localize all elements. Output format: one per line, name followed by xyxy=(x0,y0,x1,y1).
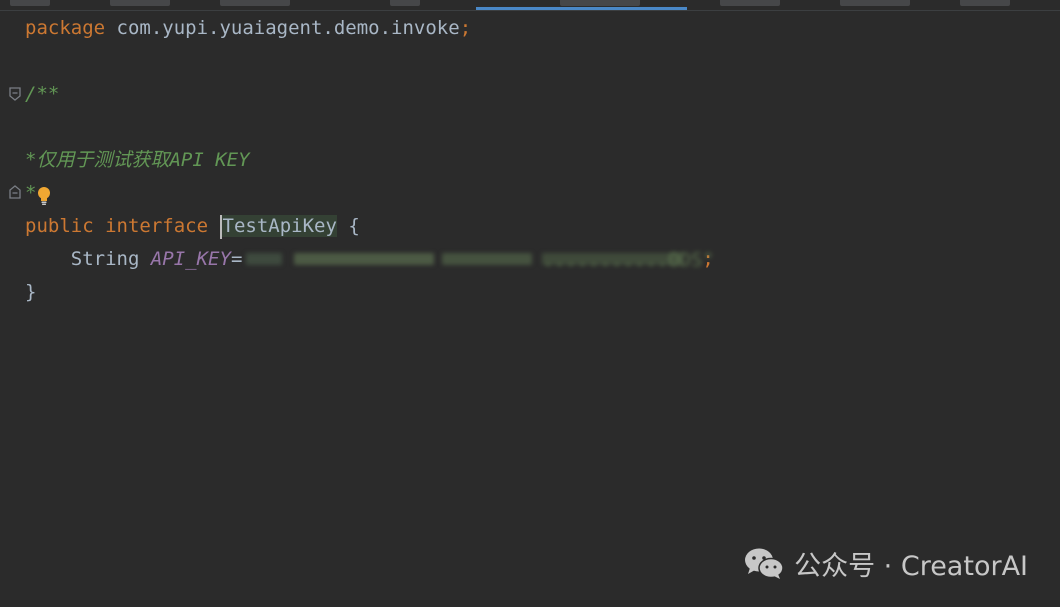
watermark-label: 公众号 · CreatorAI xyxy=(794,551,1028,582)
code-line-field[interactable]: String API_KEY= ...........ODS"; xyxy=(25,243,1045,276)
code-line-package[interactable]: package com.yupi.yuaiagent.demo.invoke; xyxy=(25,12,1045,45)
fold-start-icon[interactable] xyxy=(8,87,22,101)
package-name: com.yupi.yuaiagent.demo.invoke xyxy=(105,17,460,39)
tab-fragment[interactable] xyxy=(10,0,50,6)
editor-tab-strip[interactable] xyxy=(0,0,1060,11)
wechat-icon xyxy=(745,548,784,579)
code-line-close[interactable]: } xyxy=(25,276,1045,309)
code-line-doc-open[interactable]: /** xyxy=(25,78,1045,111)
field-name: API_KEY xyxy=(150,248,231,270)
code-line-interface[interactable]: public interface TestApiKey { xyxy=(25,210,1045,243)
redacted-api-key-text: ...........ODS" xyxy=(542,248,714,271)
field-assign: = xyxy=(230,248,243,270)
code-line-empty[interactable] xyxy=(25,45,1045,78)
code-editor[interactable]: package com.yupi.yuaiagent.demo.invoke; … xyxy=(25,12,1045,309)
code-line-doc-close[interactable]: * xyxy=(25,177,1045,210)
package-keyword: package xyxy=(25,17,106,39)
doc-comment-open: /** xyxy=(25,83,60,105)
class-name-highlight[interactable]: TestApiKey xyxy=(219,214,337,239)
package-semicolon: ; xyxy=(459,17,472,39)
tab-fragment[interactable] xyxy=(220,0,290,6)
tab-fragment[interactable] xyxy=(390,0,420,6)
code-line-doc-body[interactable]: *仅用于测试获取API KEY xyxy=(25,144,1045,177)
watermark: 公众号 · CreatorAI xyxy=(744,544,1028,583)
doc-comment-body: *仅用于测试获取API KEY xyxy=(25,149,250,171)
fold-end-icon[interactable] xyxy=(8,185,22,199)
redacted-api-key: ...........ODS" xyxy=(242,249,714,271)
class-name: TestApiKey xyxy=(222,215,337,237)
tab-fragment[interactable] xyxy=(720,0,780,6)
tab-fragment[interactable] xyxy=(960,0,1010,6)
tab-fragment[interactable] xyxy=(840,0,910,6)
code-line-empty[interactable] xyxy=(25,111,1045,144)
public-keyword: public xyxy=(25,215,94,237)
field-type: String xyxy=(70,248,140,270)
interface-keyword: interface xyxy=(105,215,209,237)
lightbulb-icon[interactable] xyxy=(37,184,51,205)
open-brace: { xyxy=(336,215,360,237)
active-tab-indicator xyxy=(476,7,687,10)
tab-fragment[interactable] xyxy=(560,0,640,6)
text-caret xyxy=(219,214,222,239)
close-brace: } xyxy=(25,281,37,303)
doc-comment-close: * xyxy=(25,182,37,204)
tab-fragment[interactable] xyxy=(110,0,170,6)
